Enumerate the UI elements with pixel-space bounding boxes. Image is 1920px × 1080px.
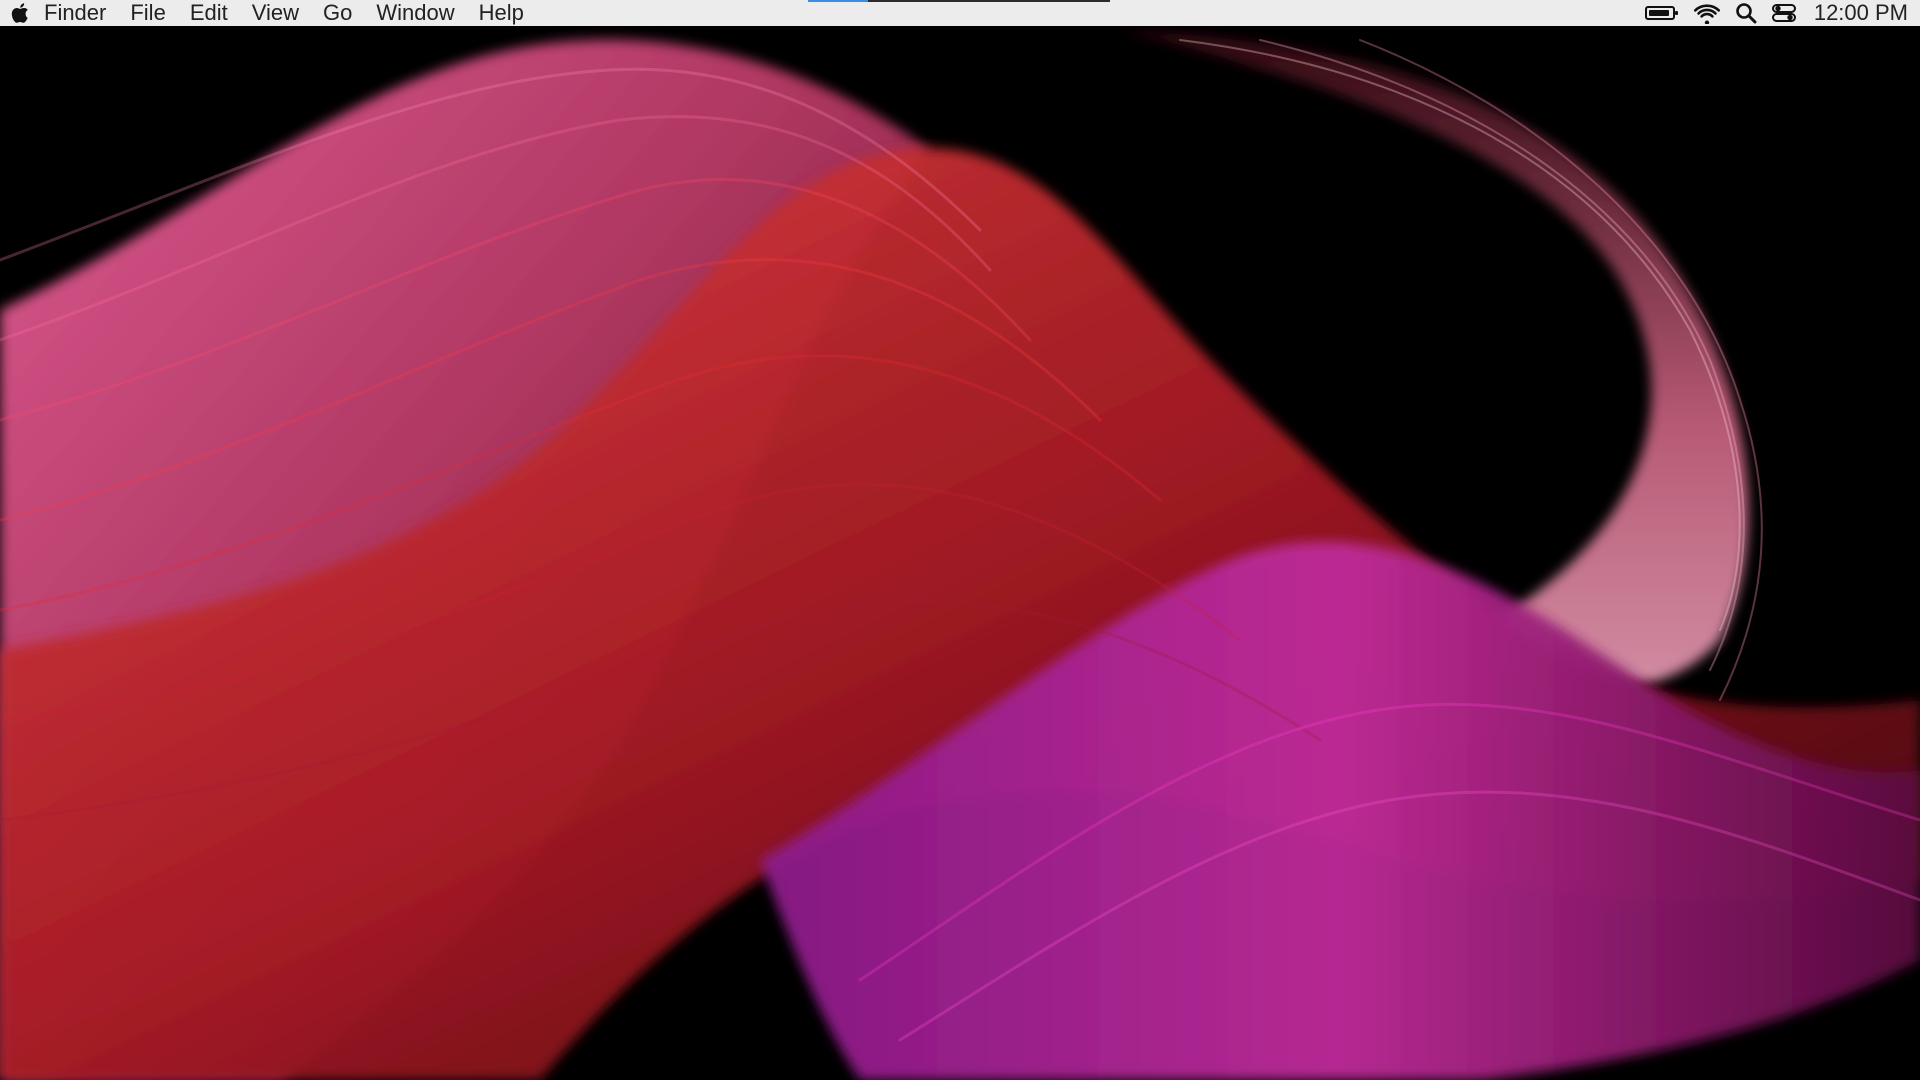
menubar-focus-indicator [808, 0, 1110, 2]
battery-icon[interactable] [1644, 0, 1679, 26]
menu-window[interactable]: Window [364, 0, 466, 26]
apple-logo-icon[interactable] [10, 0, 32, 26]
menu-help[interactable]: Help [467, 0, 536, 26]
menubar-focus-accent [808, 0, 868, 2]
menu-view[interactable]: View [240, 0, 311, 26]
menu-file[interactable]: File [118, 0, 177, 26]
desktop: Finder File Edit View Go Window Help 12:… [0, 0, 1920, 1080]
menu-bar: Finder File Edit View Go Window Help 12:… [0, 0, 1920, 26]
menubar-right: 12:00 PM [1638, 0, 1920, 26]
control-center-icon[interactable] [1771, 0, 1797, 26]
menubar-clock[interactable]: 12:00 PM [1814, 0, 1908, 26]
wifi-icon[interactable] [1693, 0, 1721, 26]
menu-go[interactable]: Go [311, 0, 364, 26]
spotlight-search-icon[interactable] [1735, 0, 1757, 26]
desktop-wallpaper [0, 0, 1920, 1080]
app-menu-finder[interactable]: Finder [44, 0, 118, 26]
menubar-left: Finder File Edit View Go Window Help [0, 0, 536, 26]
menu-edit[interactable]: Edit [178, 0, 240, 26]
